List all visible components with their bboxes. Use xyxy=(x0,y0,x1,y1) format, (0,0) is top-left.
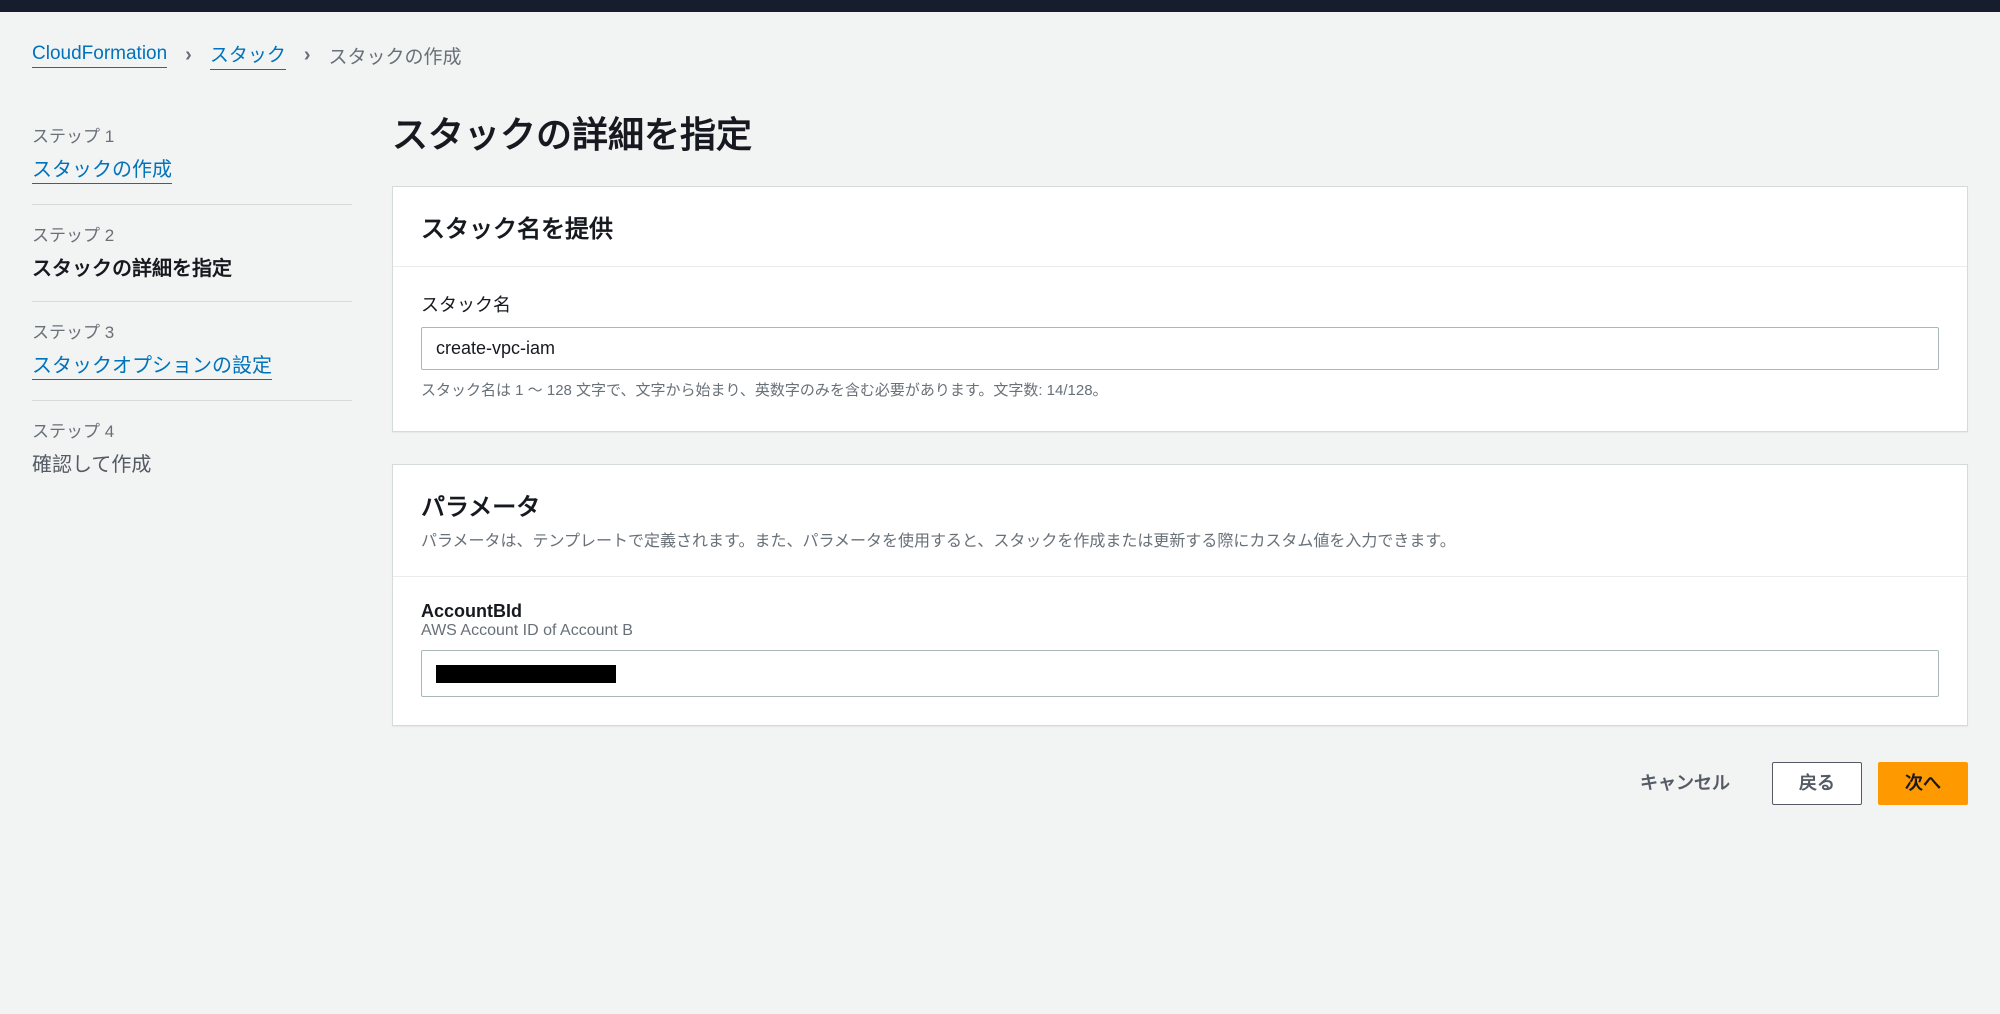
stack-name-input[interactable] xyxy=(421,327,1939,370)
step-number: ステップ 1 xyxy=(32,122,352,147)
step-title: 確認して作成 xyxy=(32,448,352,477)
breadcrumb-root[interactable]: CloudFormation xyxy=(32,43,167,68)
param-name: AccountBId xyxy=(421,601,1939,622)
step-title[interactable]: スタックの作成 xyxy=(32,153,172,184)
main-content: スタックの詳細を指定 スタック名を提供 スタック名 スタック名は 1 ～ 128… xyxy=(392,106,1968,805)
panel-body: スタック名 スタック名は 1 ～ 128 文字で、文字から始まり、英数字のみを含… xyxy=(393,267,1967,431)
panel-description: パラメータは、テンプレートで定義されます。また、パラメータを使用すると、スタック… xyxy=(421,530,1939,554)
step-number: ステップ 3 xyxy=(32,318,352,343)
wizard-step-4: ステップ 4 確認して作成 xyxy=(32,401,352,497)
account-b-id-input[interactable] xyxy=(421,650,1939,697)
step-title[interactable]: スタックオプションの設定 xyxy=(32,349,272,380)
panel-heading: パラメータ xyxy=(421,487,1939,522)
redacted-value xyxy=(436,665,616,683)
layout: ステップ 1 スタックの作成 ステップ 2 スタックの詳細を指定 ステップ 3 … xyxy=(32,106,1968,805)
param-description: AWS Account ID of Account B xyxy=(421,622,1939,640)
stack-name-label: スタック名 xyxy=(421,291,1939,317)
parameters-panel: パラメータ パラメータは、テンプレートで定義されます。また、パラメータを使用する… xyxy=(392,464,1968,726)
footer-actions: キャンセル 戻る 次へ xyxy=(392,758,1968,805)
step-number: ステップ 4 xyxy=(32,417,352,442)
next-button[interactable]: 次へ xyxy=(1878,762,1968,805)
panel-header: スタック名を提供 xyxy=(393,187,1967,267)
cancel-button[interactable]: キャンセル xyxy=(1614,763,1756,804)
panel-header: パラメータ パラメータは、テンプレートで定義されます。また、パラメータを使用する… xyxy=(393,465,1967,577)
step-title: スタックの詳細を指定 xyxy=(32,252,352,281)
wizard-step-3[interactable]: ステップ 3 スタックオプションの設定 xyxy=(32,302,352,401)
page-title: スタックの詳細を指定 xyxy=(392,106,1968,158)
panel-body: AccountBId AWS Account ID of Account B xyxy=(393,577,1967,725)
wizard-step-2: ステップ 2 スタックの詳細を指定 xyxy=(32,205,352,302)
chevron-right-icon: › xyxy=(185,44,192,67)
step-number: ステップ 2 xyxy=(32,221,352,246)
stack-name-panel: スタック名を提供 スタック名 スタック名は 1 ～ 128 文字で、文字から始ま… xyxy=(392,186,1968,432)
stack-name-hint: スタック名は 1 ～ 128 文字で、文字から始まり、英数字のみを含む必要があり… xyxy=(421,380,1939,403)
breadcrumb-current: スタックの作成 xyxy=(329,42,462,69)
back-button[interactable]: 戻る xyxy=(1772,762,1862,805)
wizard-sidebar: ステップ 1 スタックの作成 ステップ 2 スタックの詳細を指定 ステップ 3 … xyxy=(32,106,352,805)
panel-heading: スタック名を提供 xyxy=(421,209,1939,244)
content-wrapper: CloudFormation › スタック › スタックの作成 ステップ 1 ス… xyxy=(0,12,2000,837)
chevron-right-icon: › xyxy=(304,44,311,67)
breadcrumb: CloudFormation › スタック › スタックの作成 xyxy=(32,40,1968,70)
breadcrumb-stack[interactable]: スタック xyxy=(210,40,286,70)
top-bar xyxy=(0,0,2000,12)
wizard-step-1[interactable]: ステップ 1 スタックの作成 xyxy=(32,106,352,205)
